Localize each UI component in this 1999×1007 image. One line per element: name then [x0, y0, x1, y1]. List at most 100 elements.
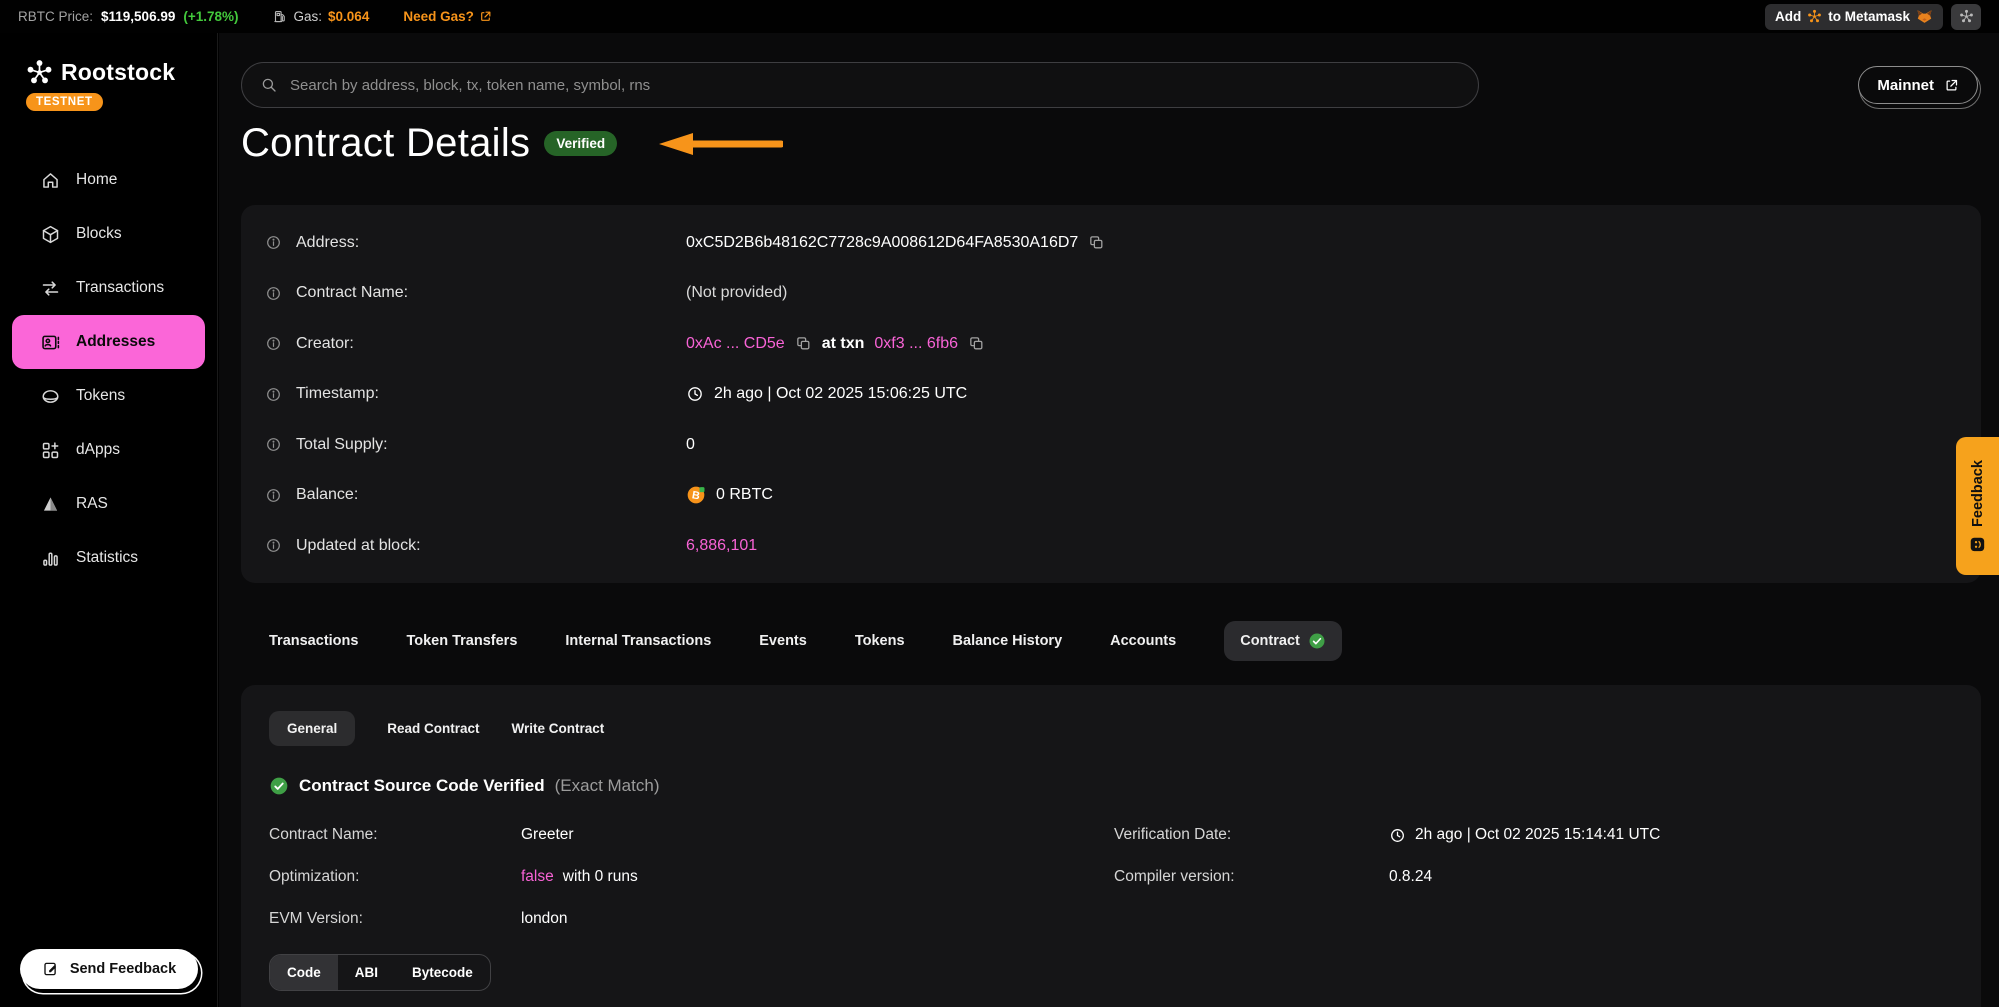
- bytecode-tab[interactable]: Bytecode: [395, 955, 490, 990]
- info-icon: [265, 537, 282, 554]
- tab-transactions[interactable]: Transactions: [269, 633, 358, 649]
- clock-icon: [1389, 827, 1406, 844]
- row-label: Timestamp:: [265, 385, 686, 403]
- network-label: Mainnet: [1877, 77, 1934, 94]
- sidebar-item-dapps[interactable]: dApps: [12, 423, 205, 477]
- code-view-toggle: Code ABI Bytecode: [269, 954, 491, 991]
- home-icon: [40, 170, 61, 191]
- row-label: Address:: [265, 234, 686, 252]
- updated-block-link[interactable]: 6,886,101: [686, 537, 757, 555]
- meta-label: Contract Name:: [269, 826, 521, 844]
- tab-contract[interactable]: Contract: [1224, 621, 1342, 661]
- theme-toggle-button[interactable]: [1951, 4, 1981, 30]
- meta-row-contract-name: Contract Name: Greeter: [269, 814, 1114, 856]
- meta-row-optimization: Optimization: false with 0 runs: [269, 856, 1114, 898]
- sidebar-item-ras[interactable]: RAS: [12, 477, 205, 531]
- coin-icon: [40, 386, 61, 407]
- tab-internal-transactions[interactable]: Internal Transactions: [565, 633, 711, 649]
- row-label: Balance:: [265, 486, 686, 504]
- add-to-metamask-button[interactable]: Add to Metamask: [1765, 4, 1943, 30]
- annotation-arrow-icon: [657, 131, 783, 157]
- rbtc-coin-icon: B: [686, 485, 706, 505]
- metamask-fox-icon: [1916, 8, 1933, 25]
- row-label: Contract Name:: [265, 284, 686, 302]
- meta-row-evm-version: EVM Version: london: [269, 898, 1114, 940]
- meta-label: EVM Version:: [269, 910, 521, 928]
- tab-events[interactable]: Events: [759, 633, 807, 649]
- balance-label: Balance:: [296, 486, 358, 504]
- rbtc-price-value: $119,506.99: [101, 9, 175, 24]
- sidebar-item-label: Addresses: [76, 333, 155, 351]
- copy-icon[interactable]: [968, 335, 985, 352]
- subtab-read-contract[interactable]: Read Contract: [387, 721, 479, 736]
- row-value: 0xAc ... CD5e at txn 0xf3 ... 6fb6: [686, 335, 985, 353]
- verified-heading: Contract Source Code Verified: [299, 776, 545, 796]
- page-title: Contract Details: [241, 121, 530, 166]
- row-value: 0: [686, 436, 695, 454]
- sidebar-item-label: Statistics: [76, 549, 138, 567]
- subtab-write-contract[interactable]: Write Contract: [512, 721, 605, 736]
- search-bar[interactable]: [241, 62, 1479, 108]
- tab-tokens[interactable]: Tokens: [855, 633, 905, 649]
- triangle-icon: [40, 494, 61, 515]
- smiley-feedback-icon: [1969, 535, 1986, 552]
- search-input[interactable]: [290, 77, 1460, 94]
- tab-token-transfers[interactable]: Token Transfers: [406, 633, 517, 649]
- check-circle-icon: [1308, 632, 1326, 650]
- sidebar-item-blocks[interactable]: Blocks: [12, 207, 205, 261]
- send-feedback-label: Send Feedback: [70, 961, 176, 977]
- tab-contract-label: Contract: [1240, 633, 1300, 649]
- optimization-suffix: with 0 runs: [563, 868, 638, 886]
- info-icon: [265, 436, 282, 453]
- row-value: 2h ago | Oct 02 2025 15:06:25 UTC: [686, 385, 967, 403]
- creator-address-link[interactable]: 0xAc ... CD5e: [686, 335, 785, 353]
- abi-tab[interactable]: ABI: [338, 955, 395, 990]
- testnet-badge: TESTNET: [26, 93, 103, 111]
- sidebar-item-addresses[interactable]: Addresses: [12, 315, 205, 369]
- row-value: (Not provided): [686, 284, 787, 302]
- row-label: Updated at block:: [265, 537, 686, 555]
- verification-date-value: 2h ago | Oct 02 2025 15:14:41 UTC: [1415, 826, 1660, 844]
- info-icon: [265, 487, 282, 504]
- subtab-general[interactable]: General: [269, 711, 355, 746]
- address-label: Address:: [296, 234, 359, 252]
- sidebar-item-tokens[interactable]: Tokens: [12, 369, 205, 423]
- copy-icon[interactable]: [795, 335, 812, 352]
- sidebar-item-label: Transactions: [76, 279, 164, 297]
- sidebar-item-transactions[interactable]: Transactions: [12, 261, 205, 315]
- top-status-bar: RBTC Price: $119,506.99 (+1.78%) Gas: $0…: [0, 0, 1999, 33]
- detail-row-updated-block: Updated at block: 6,886,101: [265, 523, 1957, 569]
- address-tabs: Transactions Token Transfers Internal Tr…: [269, 621, 1342, 661]
- feedback-side-tab[interactable]: Feedback: [1956, 437, 1999, 575]
- sidebar-item-statistics[interactable]: Statistics: [12, 531, 205, 585]
- contact-card-icon: [40, 332, 61, 353]
- address-value: 0xC5D2B6b48162C7728c9A008612D64FA8530A16…: [686, 234, 1078, 252]
- contract-name-value: (Not provided): [686, 284, 787, 302]
- creator-txn-link[interactable]: 0xf3 ... 6fb6: [874, 335, 958, 353]
- sidebar-item-home[interactable]: Home: [12, 153, 205, 207]
- detail-row-creator: Creator: 0xAc ... CD5e at txn 0xf3 ... 6…: [265, 321, 1957, 367]
- info-icon: [265, 386, 282, 403]
- need-gas-link[interactable]: Need Gas?: [403, 9, 492, 24]
- code-tab[interactable]: Code: [270, 955, 338, 990]
- meta-row-verification-date: Verification Date: 2h ago | Oct 02 2025 …: [1114, 814, 1953, 856]
- info-icon: [265, 285, 282, 302]
- sidebar-item-label: dApps: [76, 441, 120, 459]
- to-metamask-label: to Metamask: [1828, 9, 1910, 24]
- send-feedback-button[interactable]: Send Feedback: [20, 949, 198, 989]
- tab-balance-history[interactable]: Balance History: [953, 633, 1063, 649]
- copy-icon[interactable]: [1088, 234, 1105, 251]
- market-stats: RBTC Price: $119,506.99 (+1.78%) Gas: $0…: [18, 9, 492, 24]
- sidebar-item-label: Home: [76, 171, 117, 189]
- rootstock-logo-icon: [26, 59, 53, 86]
- brand-name: Rootstock: [61, 59, 175, 86]
- timestamp-label: Timestamp:: [296, 385, 379, 403]
- gas-label: Gas:: [294, 9, 323, 24]
- bar-chart-icon: [40, 548, 61, 569]
- tab-accounts[interactable]: Accounts: [1110, 633, 1176, 649]
- meta-value: 0.8.24: [1389, 868, 1432, 886]
- network-switch-button[interactable]: Mainnet: [1858, 66, 1978, 104]
- sidebar-item-label: Tokens: [76, 387, 125, 405]
- detail-row-address: Address: 0xC5D2B6b48162C7728c9A008612D64…: [265, 220, 1957, 266]
- brand-logo[interactable]: Rootstock: [0, 33, 217, 86]
